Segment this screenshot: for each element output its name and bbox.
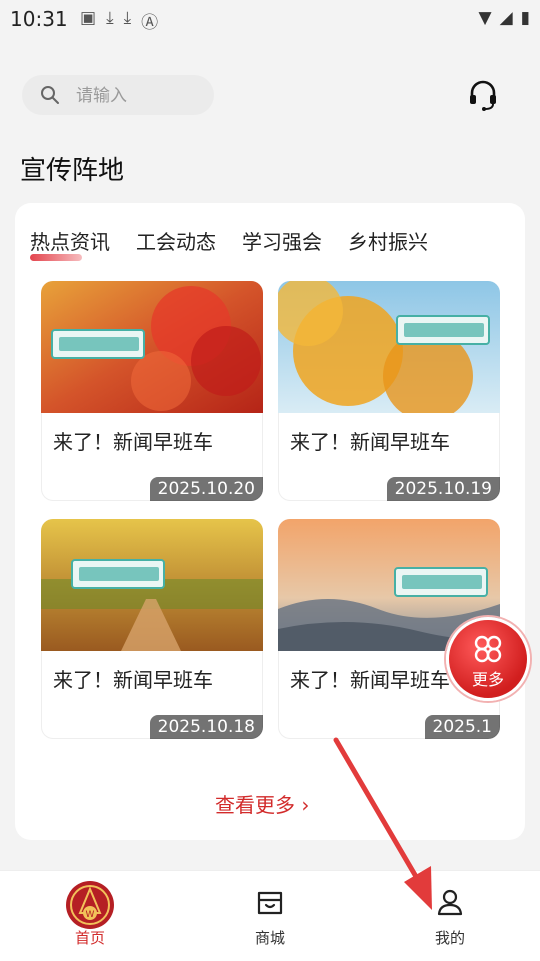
search-input[interactable] xyxy=(74,83,208,109)
news-card[interactable]: 2025.10.18 来了！新闻早班车 xyxy=(41,519,263,739)
status-right-icons: ▼ ◢ ▮ xyxy=(478,8,530,28)
battery-icon: ▮ xyxy=(520,8,530,28)
union-emblem-icon: W xyxy=(66,881,114,929)
news-date: 2025.10.19 xyxy=(386,477,500,501)
store-icon xyxy=(257,891,283,915)
category-tabs: 热点资讯 工会动态 学习强会 乡村振兴 xyxy=(30,226,428,261)
grid-icon xyxy=(474,635,502,663)
status-time: 10:31 xyxy=(10,7,68,31)
signal-icon: ◢ xyxy=(499,8,513,28)
nav-home-label: 首页 xyxy=(74,929,105,947)
bottom-navigation: W 首页 商城 我的 xyxy=(0,870,540,961)
status-left-icons: ▣ ⤓ ⤓ Ⓐ xyxy=(80,8,158,33)
news-card[interactable]: 2025.10.20 来了！新闻早班车 xyxy=(41,281,263,501)
news-date: 2025.1 xyxy=(424,715,500,739)
news-date: 2025.10.18 xyxy=(149,715,263,739)
nav-profile-label: 我的 xyxy=(434,929,465,947)
news-badge xyxy=(51,329,145,359)
customer-service-icon[interactable] xyxy=(466,79,500,113)
news-title: 来了！新闻早班车 xyxy=(53,668,213,692)
search-icon xyxy=(41,86,59,104)
more-fab-label: 更多 xyxy=(471,670,504,689)
download-icon: ⤓ xyxy=(123,8,132,28)
nav-home[interactable]: W 首页 xyxy=(30,871,150,961)
nav-profile[interactable]: 我的 xyxy=(390,871,510,961)
view-more-link[interactable]: 查看更多 › xyxy=(215,789,309,818)
wifi-icon: ▼ xyxy=(478,8,492,28)
search-bar[interactable] xyxy=(22,75,214,115)
news-title: 来了！新闻早班车 xyxy=(290,430,450,454)
tab-union-updates[interactable]: 工会动态 xyxy=(136,226,216,255)
section-title: 宣传阵地 xyxy=(20,156,125,186)
nav-store-label: 商城 xyxy=(254,929,285,947)
news-badge xyxy=(394,567,488,597)
profile-icon xyxy=(437,889,463,916)
news-thumbnail xyxy=(278,281,500,413)
a-icon: Ⓐ xyxy=(141,13,159,33)
news-card[interactable]: 2025.10.19 来了！新闻早班车 xyxy=(278,281,500,501)
status-bar: 10:31 ▣ ⤓ ⤓ Ⓐ ▼ ◢ ▮ xyxy=(0,0,540,36)
svg-text:W: W xyxy=(86,910,95,920)
download-icon: ⤓ xyxy=(106,8,114,28)
news-title: 来了！新闻早班车 xyxy=(53,430,213,454)
tab-hot-news[interactable]: 热点资讯 xyxy=(30,226,110,261)
image-icon: ▣ xyxy=(80,8,97,28)
news-badge xyxy=(396,315,490,345)
tab-study[interactable]: 学习强会 xyxy=(242,226,322,255)
news-title: 来了！新闻早班车 xyxy=(290,668,450,692)
nav-store[interactable]: 商城 xyxy=(210,871,330,961)
news-badge xyxy=(71,559,165,589)
tab-rural[interactable]: 乡村振兴 xyxy=(348,226,428,255)
news-date: 2025.10.20 xyxy=(149,477,263,501)
more-fab-button[interactable]: 更多 xyxy=(446,617,530,701)
